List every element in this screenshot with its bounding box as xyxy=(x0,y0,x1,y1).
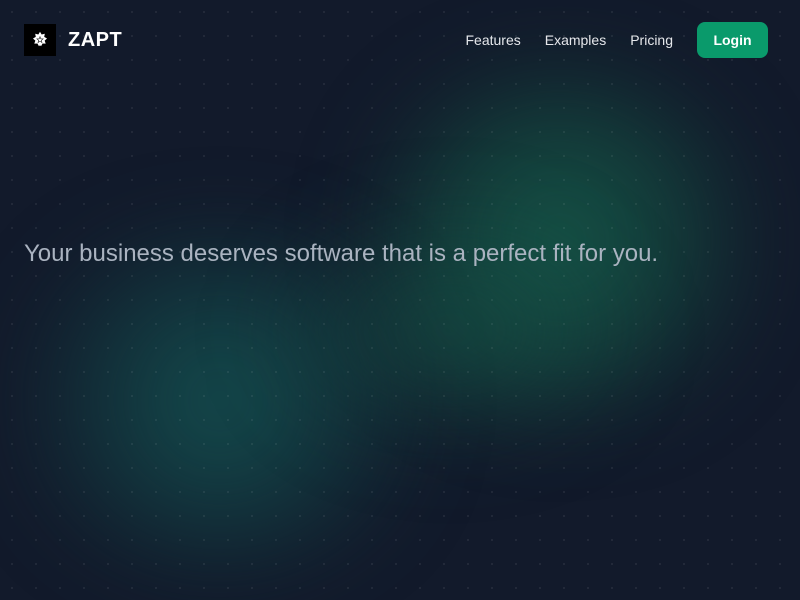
nav-links: Features Examples Pricing Login xyxy=(441,22,768,58)
login-button[interactable]: Login xyxy=(697,22,768,58)
brand-name: ZAPT xyxy=(68,28,123,51)
top-navbar: ZAPT Features Examples Pricing Login xyxy=(0,0,800,80)
brand[interactable]: ZAPT xyxy=(24,24,122,56)
hero-tagline: Your business deserves software that is … xyxy=(24,240,659,267)
logo xyxy=(24,24,56,56)
nav-link-examples[interactable]: Examples xyxy=(545,32,606,48)
star-badge-icon xyxy=(32,31,48,47)
dot-grid-pattern xyxy=(0,0,800,600)
nav-link-features[interactable]: Features xyxy=(465,32,520,48)
hero-background xyxy=(0,0,800,600)
nav-link-pricing[interactable]: Pricing xyxy=(630,32,673,48)
